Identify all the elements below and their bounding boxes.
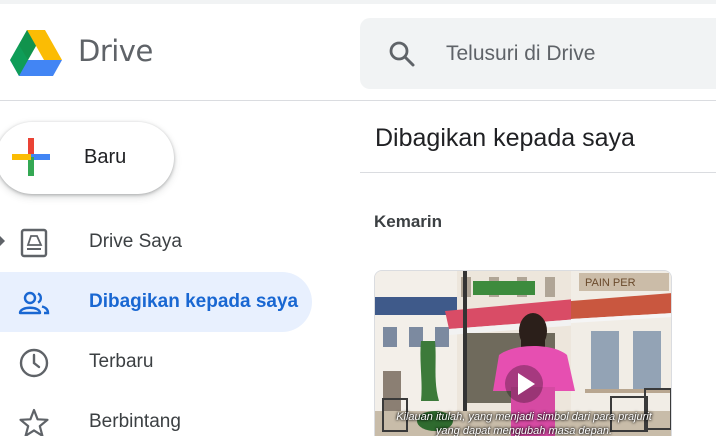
sidebar-item-label: Berbintang bbox=[89, 411, 181, 432]
sidebar-item-label: Drive Saya bbox=[89, 231, 182, 252]
video-file-card[interactable]: PAIN PER Kilauan itulah, yang menjadi si… bbox=[374, 270, 672, 436]
search-bar[interactable] bbox=[360, 18, 716, 89]
new-button-label: Baru bbox=[84, 146, 127, 168]
expand-arrow-icon[interactable] bbox=[0, 236, 5, 246]
sidebar-item-label: Dibagikan kepada saya bbox=[89, 291, 299, 312]
search-input[interactable] bbox=[446, 36, 716, 72]
search-icon[interactable] bbox=[388, 40, 416, 68]
app-header: Drive bbox=[0, 4, 716, 101]
drive-folder-icon bbox=[20, 228, 48, 258]
app-name: Drive bbox=[78, 34, 153, 68]
sidebar-item-shared-with-me[interactable]: Dibagikan kepada saya bbox=[0, 272, 312, 332]
shop-sign-text: PAIN PER bbox=[585, 277, 636, 289]
sidebar-item-berbintang[interactable]: Berbintang bbox=[0, 392, 312, 436]
clock-icon bbox=[19, 348, 49, 378]
video-subtitle-line: Kilauan itulah, yang menjadi simbol dari… bbox=[396, 411, 652, 423]
title-divider bbox=[360, 172, 716, 173]
section-label-yesterday: Kemarin bbox=[374, 212, 443, 231]
sidebar-item-drive-saya[interactable]: Drive Saya bbox=[0, 212, 312, 272]
sidebar-item-label: Terbaru bbox=[89, 351, 154, 372]
plus-icon bbox=[12, 138, 50, 176]
sidebar-item-terbaru[interactable]: Terbaru bbox=[0, 332, 312, 392]
drive-logo-icon[interactable] bbox=[8, 28, 64, 78]
new-button[interactable]: Baru bbox=[0, 122, 174, 194]
video-subtitle-line: yang dapat mengubah masa depan. bbox=[435, 425, 613, 436]
shared-people-icon bbox=[18, 291, 50, 315]
play-icon[interactable] bbox=[504, 364, 544, 404]
star-icon bbox=[19, 408, 49, 436]
page-title: Dibagikan kepada saya bbox=[375, 124, 635, 152]
